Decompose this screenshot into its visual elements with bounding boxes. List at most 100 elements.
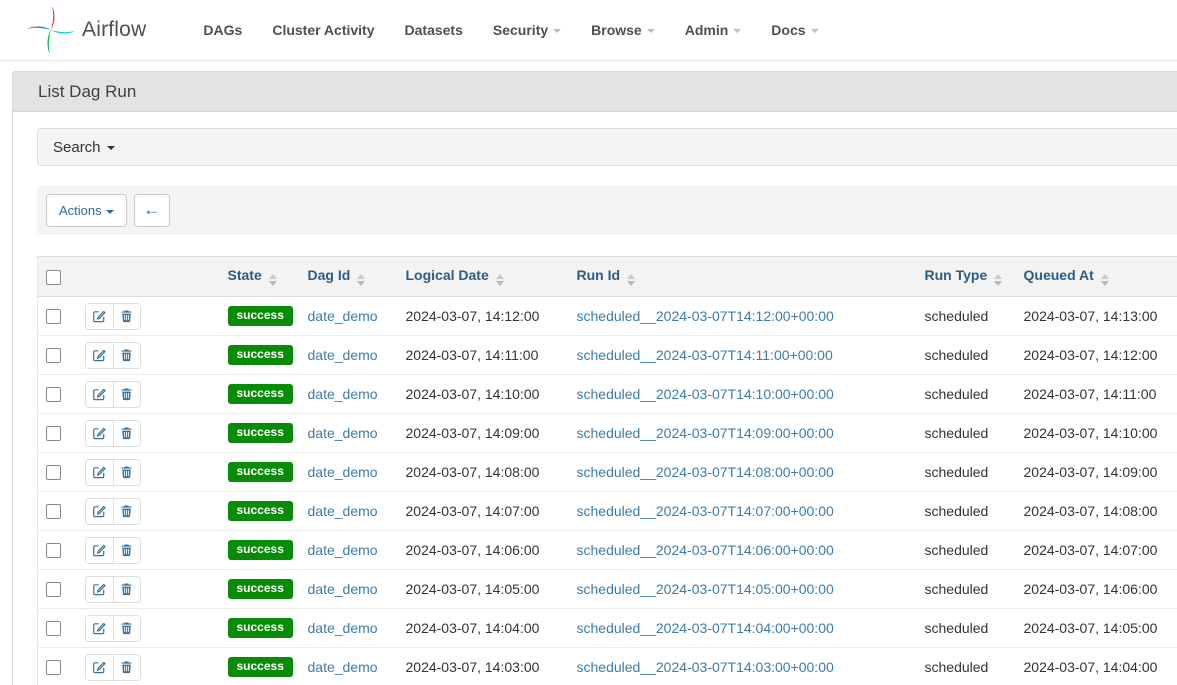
status-badge: success bbox=[228, 306, 293, 326]
edit-button[interactable] bbox=[86, 655, 113, 680]
run-id-link[interactable]: scheduled__2024-03-07T14:10:00+00:00 bbox=[577, 386, 834, 402]
column-header-run-id[interactable]: Run Id bbox=[569, 257, 917, 297]
nav-item-browse[interactable]: Browse bbox=[576, 22, 670, 38]
edit-button[interactable] bbox=[86, 304, 113, 329]
actions-button[interactable]: Actions bbox=[46, 194, 127, 227]
column-header-queued-at[interactable]: Queued At bbox=[1016, 257, 1177, 297]
logical-date-cell: 2024-03-07, 14:07:00 bbox=[398, 492, 569, 531]
trash-icon bbox=[120, 387, 133, 401]
table-row: success date_demo 2024-03-07, 14:05:00 s… bbox=[38, 570, 1177, 609]
delete-button[interactable] bbox=[113, 460, 140, 485]
row-actions bbox=[85, 654, 141, 681]
search-dropdown[interactable]: Search bbox=[37, 128, 1177, 166]
queued-at-cell: 2024-03-07, 14:07:00 bbox=[1016, 531, 1177, 570]
delete-button[interactable] bbox=[113, 616, 140, 641]
logical-date-cell: 2024-03-07, 14:04:00 bbox=[398, 609, 569, 648]
chevron-down-icon bbox=[553, 29, 561, 33]
table-row: success date_demo 2024-03-07, 14:03:00 s… bbox=[38, 648, 1177, 685]
run-type-cell: scheduled bbox=[917, 375, 1016, 414]
row-checkbox[interactable] bbox=[46, 621, 61, 636]
dag-id-link[interactable]: date_demo bbox=[308, 347, 378, 363]
delete-button[interactable] bbox=[113, 382, 140, 407]
actions-toolbar: Actions ← bbox=[37, 186, 1177, 235]
row-checkbox[interactable] bbox=[46, 504, 61, 519]
row-checkbox[interactable] bbox=[46, 387, 61, 402]
edit-button[interactable] bbox=[86, 343, 113, 368]
column-header-label: Run Id bbox=[577, 267, 621, 283]
run-id-link[interactable]: scheduled__2024-03-07T14:07:00+00:00 bbox=[577, 503, 834, 519]
dag-id-link[interactable]: date_demo bbox=[308, 308, 378, 324]
run-id-link[interactable]: scheduled__2024-03-07T14:09:00+00:00 bbox=[577, 425, 834, 441]
dag-id-link[interactable]: date_demo bbox=[308, 542, 378, 558]
chevron-down-icon bbox=[811, 29, 819, 33]
row-actions bbox=[85, 537, 141, 564]
dag-id-link[interactable]: date_demo bbox=[308, 659, 378, 675]
dag-id-link[interactable]: date_demo bbox=[308, 581, 378, 597]
nav-item-datasets[interactable]: Datasets bbox=[390, 22, 478, 38]
column-header-state[interactable]: State bbox=[220, 257, 300, 297]
dag-id-link[interactable]: date_demo bbox=[308, 464, 378, 480]
row-checkbox[interactable] bbox=[46, 582, 61, 597]
column-header-logical-date[interactable]: Logical Date bbox=[398, 257, 569, 297]
delete-button[interactable] bbox=[113, 421, 140, 446]
status-badge: success bbox=[228, 540, 293, 560]
edit-button[interactable] bbox=[86, 421, 113, 446]
edit-button[interactable] bbox=[86, 538, 113, 563]
edit-button[interactable] bbox=[86, 499, 113, 524]
dag-id-link[interactable]: date_demo bbox=[308, 503, 378, 519]
nav-item-cluster-activity[interactable]: Cluster Activity bbox=[257, 22, 389, 38]
nav-item-dags[interactable]: DAGs bbox=[188, 22, 257, 38]
actions-button-label: Actions bbox=[59, 203, 102, 218]
row-checkbox[interactable] bbox=[46, 465, 61, 480]
run-id-link[interactable]: scheduled__2024-03-07T14:12:00+00:00 bbox=[577, 308, 834, 324]
delete-button[interactable] bbox=[113, 538, 140, 563]
column-header-dag-id[interactable]: Dag Id bbox=[300, 257, 398, 297]
nav-menu: DAGs Cluster Activity DatasetsSecurity Brow… bbox=[188, 22, 833, 38]
column-header-label: Logical Date bbox=[406, 267, 489, 283]
row-checkbox[interactable] bbox=[46, 426, 61, 441]
status-badge: success bbox=[228, 423, 293, 443]
row-checkbox[interactable] bbox=[46, 348, 61, 363]
nav-item-admin[interactable]: Admin bbox=[670, 22, 757, 38]
run-id-link[interactable]: scheduled__2024-03-07T14:04:00+00:00 bbox=[577, 620, 834, 636]
trash-icon bbox=[120, 543, 133, 557]
chevron-down-icon bbox=[106, 210, 114, 214]
row-checkbox[interactable] bbox=[46, 660, 61, 675]
edit-icon bbox=[92, 660, 106, 674]
select-all-checkbox[interactable] bbox=[46, 270, 61, 285]
dag-id-link[interactable]: date_demo bbox=[308, 386, 378, 402]
nav-item-security[interactable]: Security bbox=[478, 22, 576, 38]
dag-id-link[interactable]: date_demo bbox=[308, 620, 378, 636]
nav-item-label: Cluster Activity bbox=[272, 22, 374, 38]
edit-button[interactable] bbox=[86, 460, 113, 485]
run-id-link[interactable]: scheduled__2024-03-07T14:08:00+00:00 bbox=[577, 464, 834, 480]
row-actions bbox=[85, 381, 141, 408]
run-id-link[interactable]: scheduled__2024-03-07T14:11:00+00:00 bbox=[577, 347, 833, 363]
nav-item-label: Browse bbox=[591, 22, 642, 38]
column-header-run-type[interactable]: Run Type bbox=[917, 257, 1016, 297]
edit-button[interactable] bbox=[86, 382, 113, 407]
edit-button[interactable] bbox=[86, 577, 113, 602]
delete-button[interactable] bbox=[113, 343, 140, 368]
delete-button[interactable] bbox=[113, 499, 140, 524]
row-checkbox[interactable] bbox=[46, 543, 61, 558]
status-badge: success bbox=[228, 462, 293, 482]
dag-id-link[interactable]: date_demo bbox=[308, 425, 378, 441]
select-all-header-cell bbox=[38, 257, 75, 297]
edit-button[interactable] bbox=[86, 616, 113, 641]
delete-button[interactable] bbox=[113, 304, 140, 329]
run-id-link[interactable]: scheduled__2024-03-07T14:06:00+00:00 bbox=[577, 542, 834, 558]
logical-date-cell: 2024-03-07, 14:09:00 bbox=[398, 414, 569, 453]
queued-at-cell: 2024-03-07, 14:06:00 bbox=[1016, 570, 1177, 609]
column-header-label: Run Type bbox=[925, 267, 988, 283]
delete-button[interactable] bbox=[113, 577, 140, 602]
trash-icon bbox=[120, 309, 133, 323]
row-checkbox[interactable] bbox=[46, 309, 61, 324]
airflow-brand[interactable]: Airflow bbox=[28, 7, 146, 53]
run-id-link[interactable]: scheduled__2024-03-07T14:03:00+00:00 bbox=[577, 659, 834, 675]
delete-button[interactable] bbox=[113, 655, 140, 680]
nav-item-docs[interactable]: Docs bbox=[756, 22, 833, 38]
run-id-link[interactable]: scheduled__2024-03-07T14:05:00+00:00 bbox=[577, 581, 834, 597]
table-row: success date_demo 2024-03-07, 14:09:00 s… bbox=[38, 414, 1177, 453]
back-button[interactable]: ← bbox=[134, 194, 170, 227]
